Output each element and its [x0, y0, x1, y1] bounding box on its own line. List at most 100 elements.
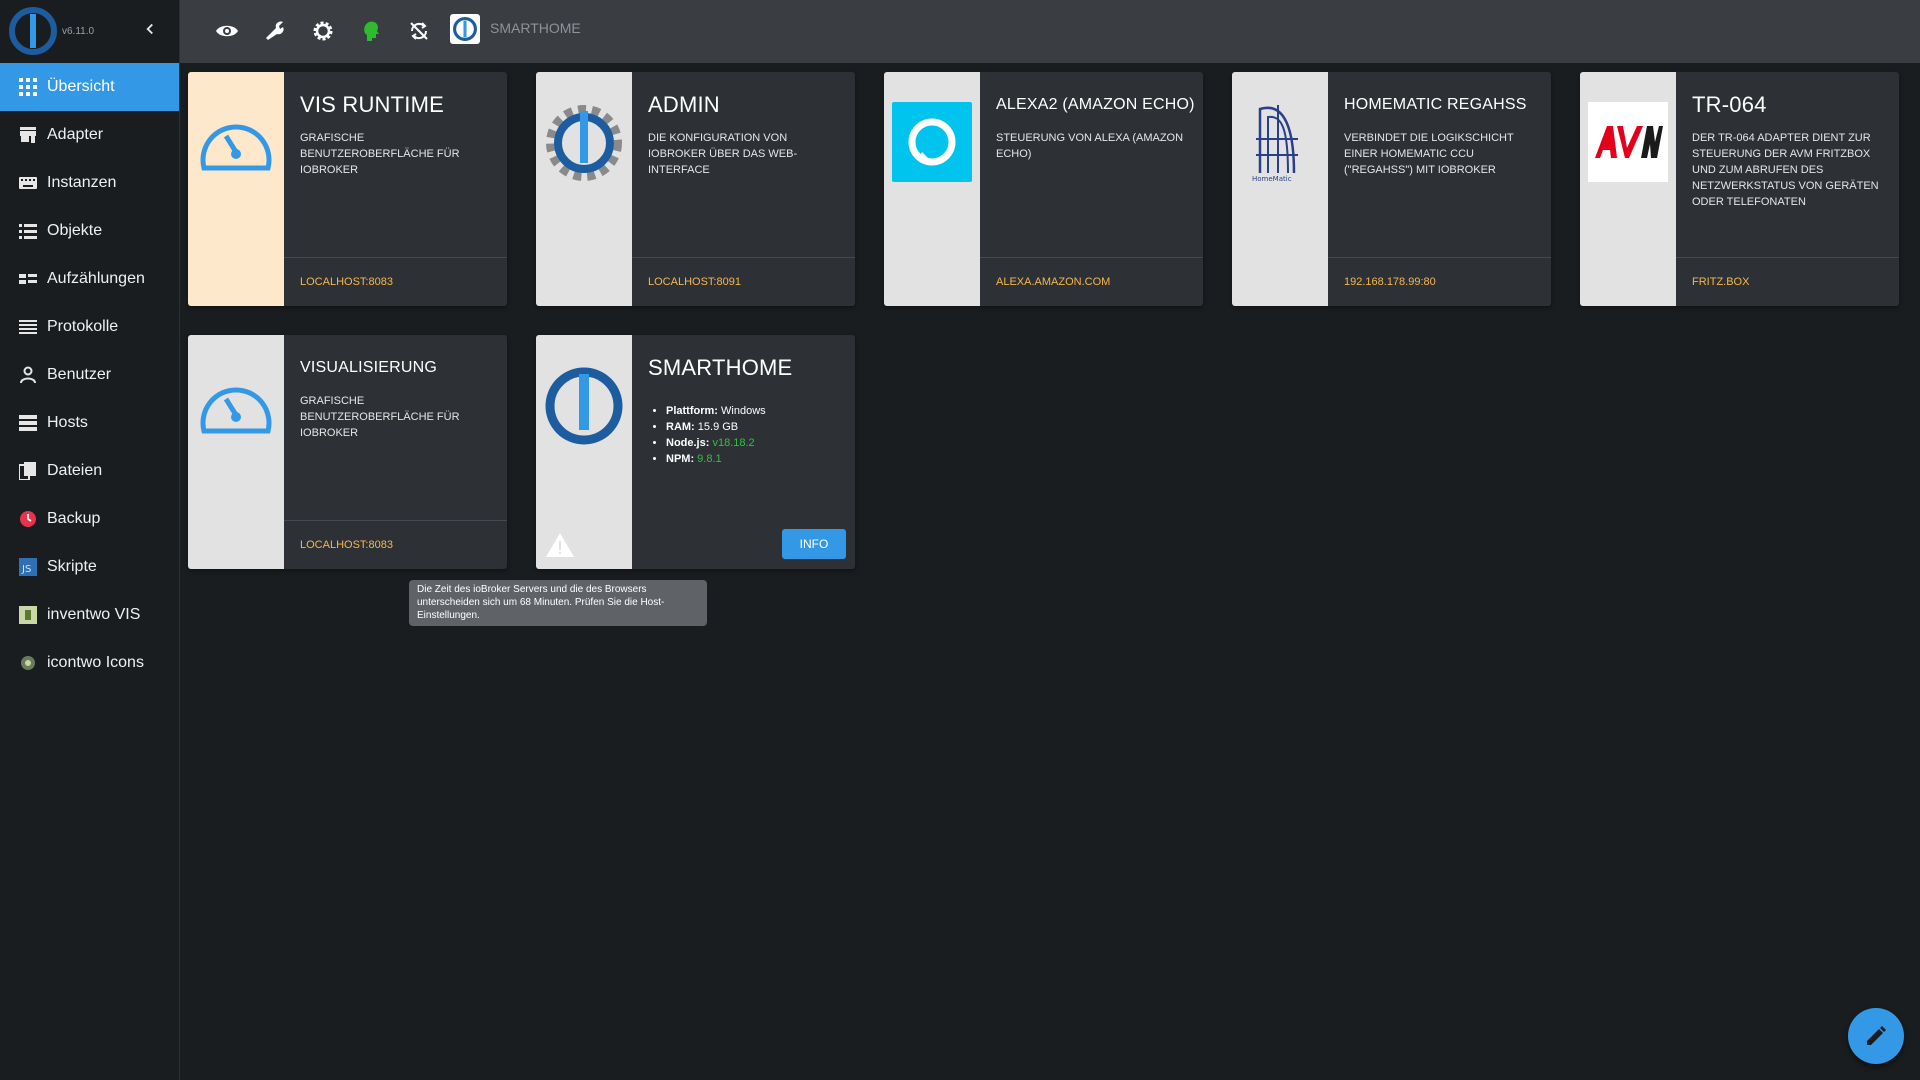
- files-icon: [18, 461, 38, 481]
- sidebar-item-uebersicht[interactable]: Übersicht: [0, 63, 179, 111]
- version-label: v6.11.0: [62, 26, 95, 37]
- menu-lines-icon: [18, 317, 38, 337]
- host-name: SMARTHOME: [490, 20, 581, 36]
- pencil-icon: [1867, 1026, 1886, 1045]
- eye-icon: [216, 25, 238, 37]
- card-description: DIE KONFIGURATION VON IOBROKER ÜBER DAS …: [648, 132, 798, 176]
- time-difference-tooltip: Die Zeit des ioBroker Servers und die de…: [409, 580, 707, 626]
- card-image: [1580, 72, 1676, 306]
- alexa-ring-icon: [908, 118, 956, 166]
- sync-button[interactable]: [404, 16, 434, 46]
- host-platform: Plattform: Windows: [666, 403, 766, 419]
- inventwo-icon: [18, 605, 38, 625]
- card-image: [536, 335, 632, 569]
- collapse-sidebar-button[interactable]: [138, 20, 162, 44]
- chevron-left-icon: [146, 23, 153, 35]
- card-title: VIS RUNTIME: [300, 92, 444, 117]
- wrench-icon: [266, 21, 284, 40]
- person-icon: [18, 365, 38, 385]
- sidebar-item-skripte[interactable]: JS Skripte: [0, 543, 179, 591]
- backup-clock-icon: [18, 509, 38, 529]
- iobroker-host-icon: [545, 367, 623, 445]
- sidebar-item-hosts[interactable]: Hosts: [0, 399, 179, 447]
- sidebar-item-label: Adapter: [47, 126, 104, 143]
- sidebar-item-dateien[interactable]: Dateien: [0, 447, 179, 495]
- sidebar-item-label: Instanzen: [47, 174, 117, 191]
- sidebar-item-adapter[interactable]: Adapter: [0, 111, 179, 159]
- info-button[interactable]: INFO: [782, 529, 846, 559]
- svg-text:JS: JS: [21, 564, 31, 575]
- admin-gear-icon: [546, 105, 622, 181]
- sidebar-item-label: Protokolle: [47, 318, 119, 335]
- card-title: SMARTHOME: [648, 355, 793, 380]
- sidebar-item-backup[interactable]: Backup: [0, 495, 179, 543]
- avm-logo-icon: [1595, 126, 1663, 158]
- gear-icon: [313, 21, 333, 41]
- card-title: ALEXA2 (AMAZON ECHO): [996, 96, 1195, 113]
- store-icon: [18, 125, 38, 145]
- sidebar-item-label: Übersicht: [47, 78, 115, 95]
- card-link[interactable]: ALEXA.AMAZON.COM: [996, 276, 1110, 288]
- keyboard-icon: [18, 173, 38, 193]
- speedometer-icon: [200, 387, 272, 434]
- sidebar-item-label: Backup: [47, 510, 101, 527]
- card-title: HOMEMATIC REGAHSS: [1344, 96, 1527, 113]
- sidebar-item-label: Aufzählungen: [47, 270, 145, 287]
- card-title: TR-064: [1692, 92, 1767, 117]
- enum-list-icon: [18, 269, 38, 289]
- svg-text:HomeMatic: HomeMatic: [1252, 175, 1292, 183]
- host-ram: RAM: 15.9 GB: [666, 419, 766, 435]
- host-nodejs: Node.js: v18.18.2: [666, 435, 766, 451]
- sidebar-item-label: Skripte: [47, 558, 97, 575]
- card-description: GRAFISCHE BENUTZEROBERFLÄCHE FÜR IOBROKE…: [300, 395, 460, 439]
- card-link[interactable]: LOCALHOST:8083: [300, 276, 393, 288]
- theme-toggle-button[interactable]: [356, 16, 386, 46]
- sidebar-item-objekte[interactable]: Objekte: [0, 207, 179, 255]
- host-info-list: Plattform: Windows RAM: 15.9 GB Node.js:…: [666, 403, 766, 467]
- speedometer-icon: [200, 124, 272, 171]
- sidebar-item-protokolle[interactable]: Protokolle: [0, 303, 179, 351]
- sidebar-item-inventwo-vis[interactable]: inventwo VIS: [0, 591, 179, 639]
- card-admin: ADMIN DIE KONFIGURATION VON IOBROKER ÜBE…: [536, 72, 855, 306]
- host-npm: NPM: 9.8.1: [666, 451, 766, 467]
- card-alexa2: ALEXA2 (AMAZON ECHO) STEUERUNG VON ALEXA…: [884, 72, 1203, 306]
- card-image: [188, 335, 284, 569]
- card-homematic-regahss: HomeMatic HOMEMATIC REGAHSS VERBINDET DI…: [1232, 72, 1551, 306]
- card-link[interactable]: LOCALHOST:8091: [648, 276, 741, 288]
- card-image: [188, 72, 284, 306]
- sidebar-item-icontwo-icons[interactable]: icontwo Icons: [0, 639, 179, 687]
- card-title: ADMIN: [648, 92, 720, 117]
- card-title: VISUALISIERUNG: [300, 359, 438, 376]
- settings-button[interactable]: [308, 16, 338, 46]
- homematic-logo-icon: HomeMatic: [1252, 105, 1298, 183]
- card-description: DER TR-064 ADAPTER DIENT ZUR STEUERUNG D…: [1692, 132, 1879, 208]
- card-vis-runtime: VIS RUNTIME GRAFISCHE BENUTZEROBERFLÄCHE…: [188, 72, 507, 306]
- sidebar-item-instanzen[interactable]: Instanzen: [0, 159, 179, 207]
- sidebar-item-label: Dateien: [47, 462, 103, 479]
- javascript-icon: JS: [18, 557, 38, 577]
- card-description: STEUERUNG VON ALEXA (AMAZON ECHO): [996, 132, 1184, 160]
- card-description: VERBINDET DIE LOGIKSCHICHT EINER HOMEMAT…: [1344, 132, 1514, 176]
- icontwo-icon: [18, 653, 38, 673]
- card-link[interactable]: LOCALHOST:8083: [300, 539, 393, 551]
- iobroker-logo-icon[interactable]: [8, 6, 58, 56]
- card-host-smarthome: SMARTHOME Plattform: Windows RAM: 15.9 G…: [536, 335, 855, 569]
- apps-grid-icon: [18, 77, 38, 97]
- card-image: HomeMatic: [1232, 72, 1328, 306]
- head-icon: [364, 21, 379, 41]
- storage-icon: [18, 413, 38, 433]
- host-logo-icon[interactable]: [450, 14, 480, 44]
- sidebar-item-label: icontwo Icons: [47, 654, 144, 671]
- card-description: GRAFISCHE BENUTZEROBERFLÄCHE FÜR IOBROKE…: [300, 132, 460, 176]
- edit-fab-button[interactable]: [1848, 1008, 1904, 1064]
- card-link[interactable]: 192.168.178.99:80: [1344, 276, 1436, 288]
- sidebar-item-label: inventwo VIS: [47, 606, 141, 623]
- sidebar-item-benutzer[interactable]: Benutzer: [0, 351, 179, 399]
- card-tr-064: TR-064 DER TR-064 ADAPTER DIENT ZUR STEU…: [1580, 72, 1899, 306]
- eye-button[interactable]: [212, 16, 242, 46]
- sync-disabled-icon: [410, 22, 428, 40]
- expert-mode-button[interactable]: [260, 16, 290, 46]
- warning-icon[interactable]: [544, 531, 576, 559]
- sidebar-item-aufzaehlungen[interactable]: Aufzählungen: [0, 255, 179, 303]
- card-link[interactable]: FRITZ.BOX: [1692, 276, 1749, 288]
